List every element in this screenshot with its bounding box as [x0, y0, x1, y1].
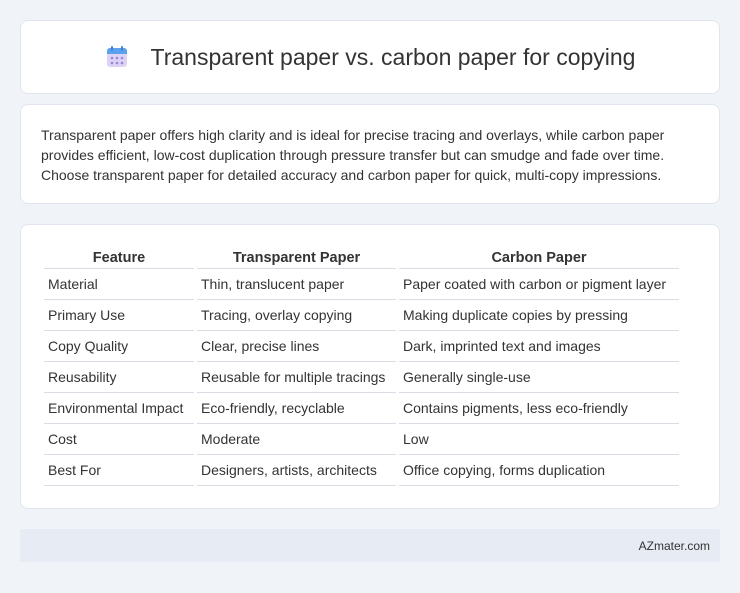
summary-text: Transparent paper offers high clarity an…: [41, 127, 665, 183]
table-row: Cost Moderate Low: [44, 424, 679, 455]
table-header-row: Feature Transparent Paper Carbon Paper: [44, 247, 679, 269]
cell-carbon: Low: [399, 424, 679, 455]
cell-carbon: Making duplicate copies by pressing: [399, 300, 679, 331]
cell-transparent: Clear, precise lines: [197, 331, 396, 362]
cell-transparent: Reusable for multiple tracings: [197, 362, 396, 393]
cell-feature: Copy Quality: [44, 331, 194, 362]
cell-carbon: Contains pigments, less eco-friendly: [399, 393, 679, 424]
table-row: Primary Use Tracing, overlay copying Mak…: [44, 300, 679, 331]
cell-feature: Environmental Impact: [44, 393, 194, 424]
table-row: Environmental Impact Eco-friendly, recyc…: [44, 393, 679, 424]
cell-carbon: Office copying, forms duplication: [399, 455, 679, 486]
column-header-transparent-paper: Transparent Paper: [197, 247, 396, 269]
cell-transparent: Thin, translucent paper: [197, 269, 396, 300]
calendar-icon: [106, 46, 127, 67]
cell-transparent: Designers, artists, architects: [197, 455, 396, 486]
comparison-table-card: Feature Transparent Paper Carbon Paper M…: [20, 224, 720, 509]
cell-feature: Best For: [44, 455, 194, 486]
table-row: Material Thin, translucent paper Paper c…: [44, 269, 679, 300]
cell-transparent: Eco-friendly, recyclable: [197, 393, 396, 424]
table-row: Copy Quality Clear, precise lines Dark, …: [44, 331, 679, 362]
cell-transparent: Moderate: [197, 424, 396, 455]
cell-feature: Material: [44, 269, 194, 300]
column-header-carbon-paper: Carbon Paper: [399, 247, 679, 269]
comparison-table: Feature Transparent Paper Carbon Paper M…: [41, 247, 682, 486]
page-title: Transparent paper vs. carbon paper for c…: [150, 43, 636, 70]
table-row: Best For Designers, artists, architects …: [44, 455, 679, 486]
column-header-feature: Feature: [44, 247, 194, 269]
footer-site-link[interactable]: AZmater.com: [639, 539, 710, 553]
cell-carbon: Dark, imprinted text and images: [399, 331, 679, 362]
cell-carbon: Generally single-use: [399, 362, 679, 393]
table-row: Reusability Reusable for multiple tracin…: [44, 362, 679, 393]
cell-feature: Primary Use: [44, 300, 194, 331]
cell-feature: Reusability: [44, 362, 194, 393]
summary-card: Transparent paper offers high clarity an…: [20, 104, 720, 204]
title-row: Transparent paper vs. carbon paper for c…: [105, 43, 636, 71]
cell-feature: Cost: [44, 424, 194, 455]
cell-transparent: Tracing, overlay copying: [197, 300, 396, 331]
cell-carbon: Paper coated with carbon or pigment laye…: [399, 269, 679, 300]
footer-bar: AZmater.com: [20, 529, 720, 562]
title-card: Transparent paper vs. carbon paper for c…: [20, 20, 720, 94]
